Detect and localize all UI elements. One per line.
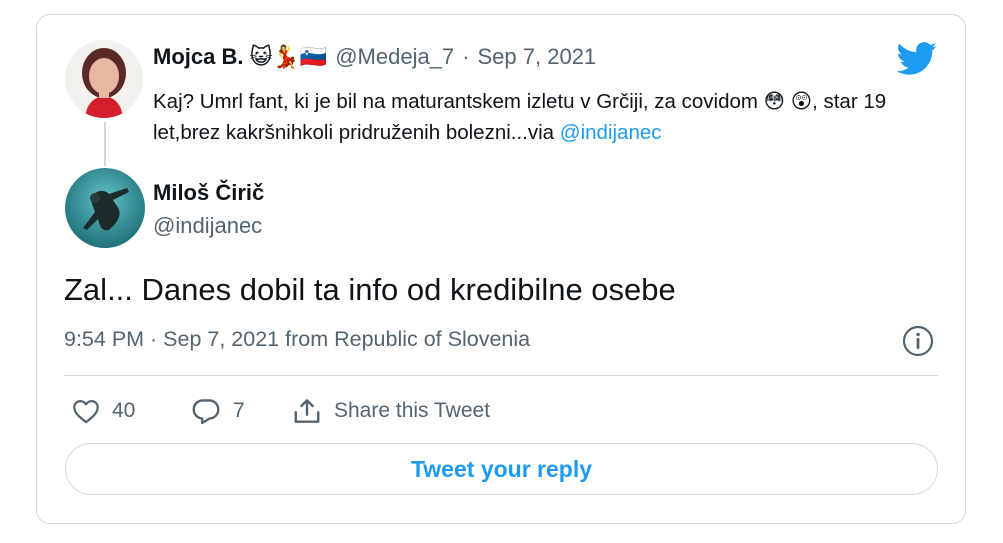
reply-tweet-text: Zal... Danes dobil ta info od kredibilne…	[64, 272, 676, 307]
name-emojis: 😺💃🇸🇮	[249, 44, 328, 69]
reply-action[interactable]: 7	[191, 396, 245, 426]
parent-tweet-body: Kaj? Umrl fant, ki je bil na maturantske…	[153, 90, 887, 144]
portrait-image	[65, 40, 143, 118]
info-icon[interactable]	[901, 324, 935, 358]
thread-connector-line	[104, 122, 106, 166]
parent-tweet-date[interactable]: Sep 7, 2021	[478, 44, 597, 70]
diver-image	[65, 168, 145, 248]
tweet-timestamp[interactable]: 9:54 PM · Sep 7, 2021 from Republic of S…	[64, 327, 530, 352]
reply-author-handle[interactable]: @indijanec	[153, 213, 262, 239]
parent-tweet-text: Kaj? Umrl fant, ki je bil na maturantske…	[153, 86, 943, 148]
reply-bubble-icon	[192, 399, 220, 425]
parent-author-handle[interactable]: @Medeja_7	[335, 44, 454, 70]
like-count: 40	[112, 399, 136, 422]
twitter-bird-icon[interactable]	[896, 42, 938, 76]
share-icon	[294, 399, 320, 423]
like-action[interactable]: 40	[72, 396, 135, 426]
parent-author-name[interactable]: Mojca B.	[153, 44, 243, 70]
action-divider	[64, 375, 938, 376]
heart-icon	[73, 399, 99, 424]
share-label: Share this Tweet	[334, 399, 491, 422]
meta-separator: ·	[462, 44, 470, 69]
reply-author-name[interactable]: Miloš Čirič	[153, 180, 264, 206]
parent-author-avatar[interactable]	[65, 40, 143, 118]
share-action[interactable]: Share this Tweet	[292, 396, 490, 426]
reply-count: 7	[233, 399, 245, 422]
tweet-your-reply-button[interactable]: Tweet your reply	[65, 443, 938, 495]
mention-link[interactable]: @indijanec	[560, 121, 662, 144]
reply-author-avatar[interactable]	[65, 168, 145, 248]
parent-tweet-header: Mojca B. 😺💃🇸🇮 @Medeja_7 · Sep 7, 2021	[153, 44, 596, 70]
